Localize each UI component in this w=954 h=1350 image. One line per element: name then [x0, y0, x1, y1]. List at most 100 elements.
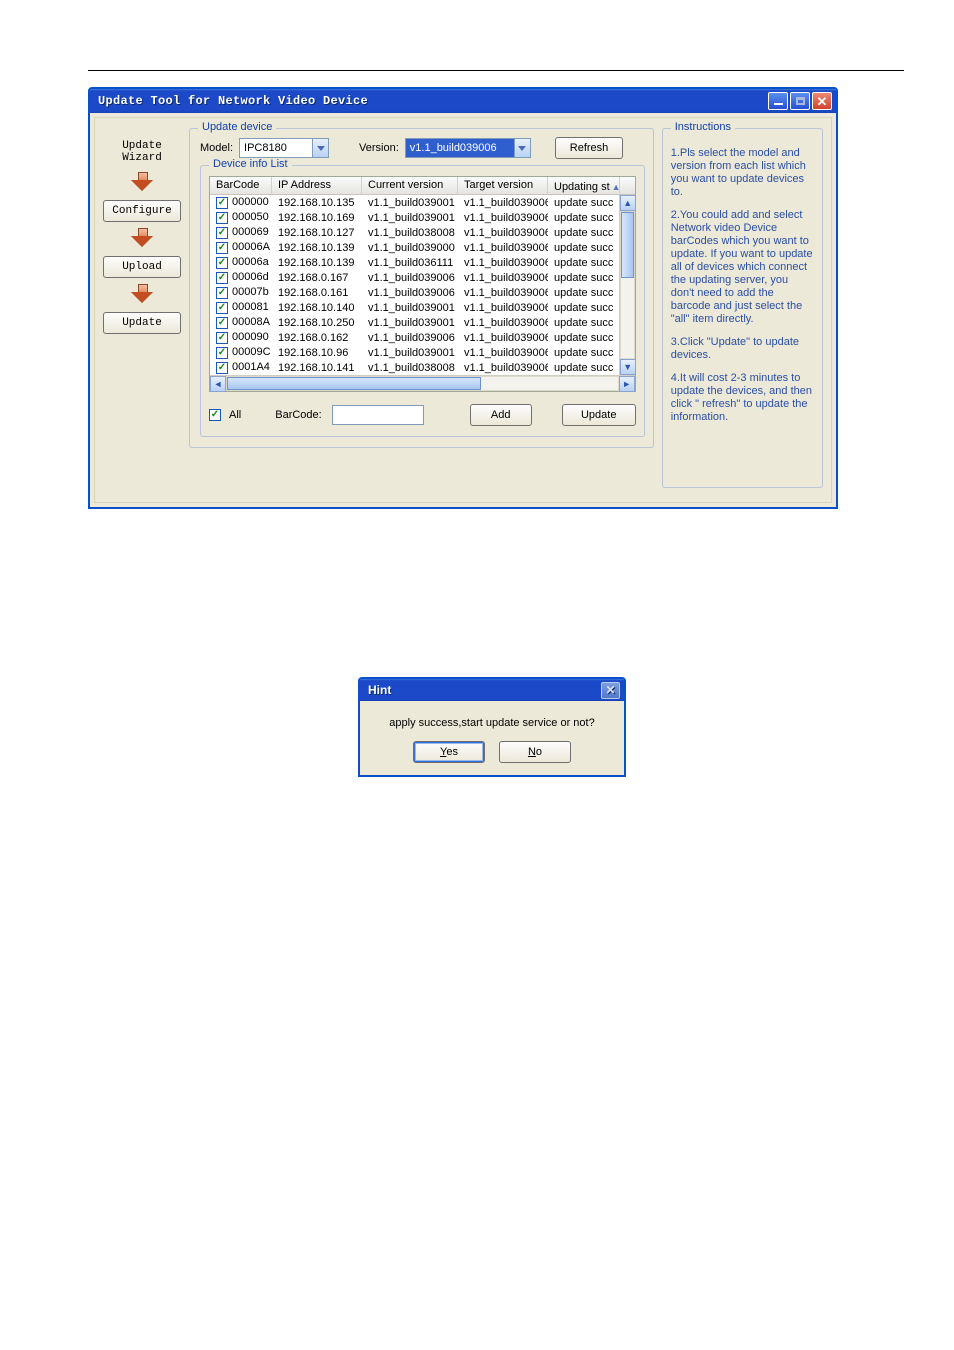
row-ip: 192.168.10.169	[272, 212, 362, 224]
row-barcode: 000000	[232, 196, 269, 208]
listview-rows: 000000192.168.10.135v1.1_build039001v1.1…	[210, 195, 635, 375]
device-info-list-legend: Device info List	[209, 158, 292, 170]
scroll-thumb[interactable]	[621, 212, 634, 278]
table-row[interactable]: 0001A4192.168.10.141v1.1_build038008v1.1…	[210, 360, 635, 375]
table-row[interactable]: 00009C192.168.10.96v1.1_build039001v1.1_…	[210, 345, 635, 360]
hint-title: Hint	[368, 683, 391, 697]
row-status: update succ	[548, 332, 620, 344]
row-barcode: 000050	[232, 211, 269, 223]
table-row[interactable]: 00006a192.168.10.139v1.1_build036111v1.1…	[210, 255, 635, 270]
scroll-thumb[interactable]	[227, 377, 481, 390]
row-current-version: v1.1_build039000	[362, 242, 458, 254]
row-target-version: v1.1_build039006	[458, 362, 548, 374]
device-info-list-group: Device info List BarCode IP Address Curr…	[200, 165, 645, 437]
instruction-3: 3.Click "Update" to update devices.	[671, 336, 814, 362]
row-barcode: 000069	[232, 226, 269, 238]
table-row[interactable]: 000081192.168.10.140v1.1_build039001v1.1…	[210, 300, 635, 315]
table-row[interactable]: 000090192.168.0.162v1.1_build039006v1.1_…	[210, 330, 635, 345]
row-checkbox[interactable]	[216, 302, 228, 314]
row-checkbox[interactable]	[216, 272, 228, 284]
hint-titlebar[interactable]: Hint ✕	[360, 679, 624, 701]
version-value: v1.1_build039006	[406, 142, 514, 154]
device-listview[interactable]: BarCode IP Address Current version Targe…	[209, 176, 636, 392]
row-target-version: v1.1_build039006	[458, 227, 548, 239]
row-current-version: v1.1_build039001	[362, 317, 458, 329]
model-combo[interactable]: IPC8180	[239, 138, 329, 158]
col-target-version[interactable]: Target version	[458, 177, 548, 194]
listview-header[interactable]: BarCode IP Address Current version Targe…	[210, 177, 635, 195]
all-checkbox[interactable]	[209, 409, 221, 421]
row-ip: 192.168.10.96	[272, 347, 362, 359]
row-barcode: 00006A	[232, 241, 270, 253]
window-titlebar[interactable]: Update Tool for Network Video Device ✕	[90, 89, 836, 113]
instruction-4: 4.It will cost 2-3 minutes to update the…	[671, 372, 814, 424]
row-target-version: v1.1_build039006	[458, 332, 548, 344]
row-status: update succ	[548, 212, 620, 224]
step-configure-button[interactable]: Configure	[103, 200, 181, 222]
chevron-down-icon	[514, 139, 530, 157]
row-status: update succ	[548, 362, 620, 374]
hint-message: apply success,start update service or no…	[372, 717, 612, 729]
close-button[interactable]: ✕	[812, 92, 832, 110]
hint-close-button[interactable]: ✕	[601, 682, 620, 699]
version-combo[interactable]: v1.1_build039006	[405, 138, 531, 158]
row-checkbox[interactable]	[216, 317, 228, 329]
row-target-version: v1.1_build039006	[458, 272, 548, 284]
row-checkbox[interactable]	[216, 287, 228, 299]
row-checkbox[interactable]	[216, 332, 228, 344]
instruction-2: 2.You could add and select Network video…	[671, 209, 814, 326]
horizontal-scrollbar[interactable]: ◄ ►	[210, 375, 635, 391]
row-target-version: v1.1_build039006	[458, 317, 548, 329]
hint-yes-button[interactable]: Yes	[413, 741, 485, 763]
row-checkbox[interactable]	[216, 197, 228, 209]
scroll-right-icon[interactable]: ►	[619, 376, 635, 392]
main-window: Update Tool for Network Video Device ✕ U…	[88, 87, 838, 509]
row-target-version: v1.1_build039006	[458, 197, 548, 209]
col-updating-status[interactable]: Updating st ▲	[548, 177, 620, 194]
row-barcode: 000081	[232, 301, 269, 313]
row-checkbox[interactable]	[216, 362, 228, 374]
barcode-input[interactable]	[332, 405, 424, 425]
row-checkbox[interactable]	[216, 242, 228, 254]
row-ip: 192.168.10.139	[272, 242, 362, 254]
maximize-button[interactable]	[790, 92, 810, 110]
table-row[interactable]: 00006A192.168.10.139v1.1_build039000v1.1…	[210, 240, 635, 255]
table-row[interactable]: 000069192.168.10.127v1.1_build038008v1.1…	[210, 225, 635, 240]
scroll-down-icon[interactable]: ▼	[620, 359, 636, 375]
table-row[interactable]: 00006d192.168.0.167v1.1_build039006v1.1_…	[210, 270, 635, 285]
row-barcode: 00006a	[232, 256, 269, 268]
update-button[interactable]: Update	[562, 404, 636, 426]
col-barcode[interactable]: BarCode	[210, 177, 272, 194]
refresh-button[interactable]: Refresh	[555, 137, 624, 159]
add-button[interactable]: Add	[470, 404, 532, 426]
table-row[interactable]: 00008A192.168.10.250v1.1_build039001v1.1…	[210, 315, 635, 330]
row-checkbox[interactable]	[216, 212, 228, 224]
row-status: update succ	[548, 347, 620, 359]
maximize-icon	[796, 97, 805, 105]
row-target-version: v1.1_build039006	[458, 287, 548, 299]
row-barcode: 000090	[232, 331, 269, 343]
hint-no-button[interactable]: No	[499, 741, 571, 763]
row-ip: 192.168.0.167	[272, 272, 362, 284]
close-icon: ✕	[605, 683, 615, 697]
row-barcode: 00009C	[232, 346, 271, 358]
step-update-button[interactable]: Update	[103, 312, 181, 334]
instruction-1: 1.Pls select the model and version from …	[671, 147, 814, 199]
row-ip: 192.168.10.135	[272, 197, 362, 209]
row-status: update succ	[548, 272, 620, 284]
vertical-scrollbar[interactable]: ▲ ▼	[619, 195, 635, 375]
row-checkbox[interactable]	[216, 227, 228, 239]
step-upload-button[interactable]: Upload	[103, 256, 181, 278]
table-row[interactable]: 000050192.168.10.169v1.1_build039001v1.1…	[210, 210, 635, 225]
scroll-up-icon[interactable]: ▲	[620, 195, 636, 211]
scroll-left-icon[interactable]: ◄	[210, 376, 226, 392]
table-row[interactable]: 00007b192.168.0.161v1.1_build039006v1.1_…	[210, 285, 635, 300]
table-row[interactable]: 000000192.168.10.135v1.1_build039001v1.1…	[210, 195, 635, 210]
col-current-version[interactable]: Current version	[362, 177, 458, 194]
row-checkbox[interactable]	[216, 347, 228, 359]
barcode-input-label: BarCode:	[275, 409, 321, 421]
row-checkbox[interactable]	[216, 257, 228, 269]
row-status: update succ	[548, 227, 620, 239]
minimize-button[interactable]	[768, 92, 788, 110]
col-ip[interactable]: IP Address	[272, 177, 362, 194]
